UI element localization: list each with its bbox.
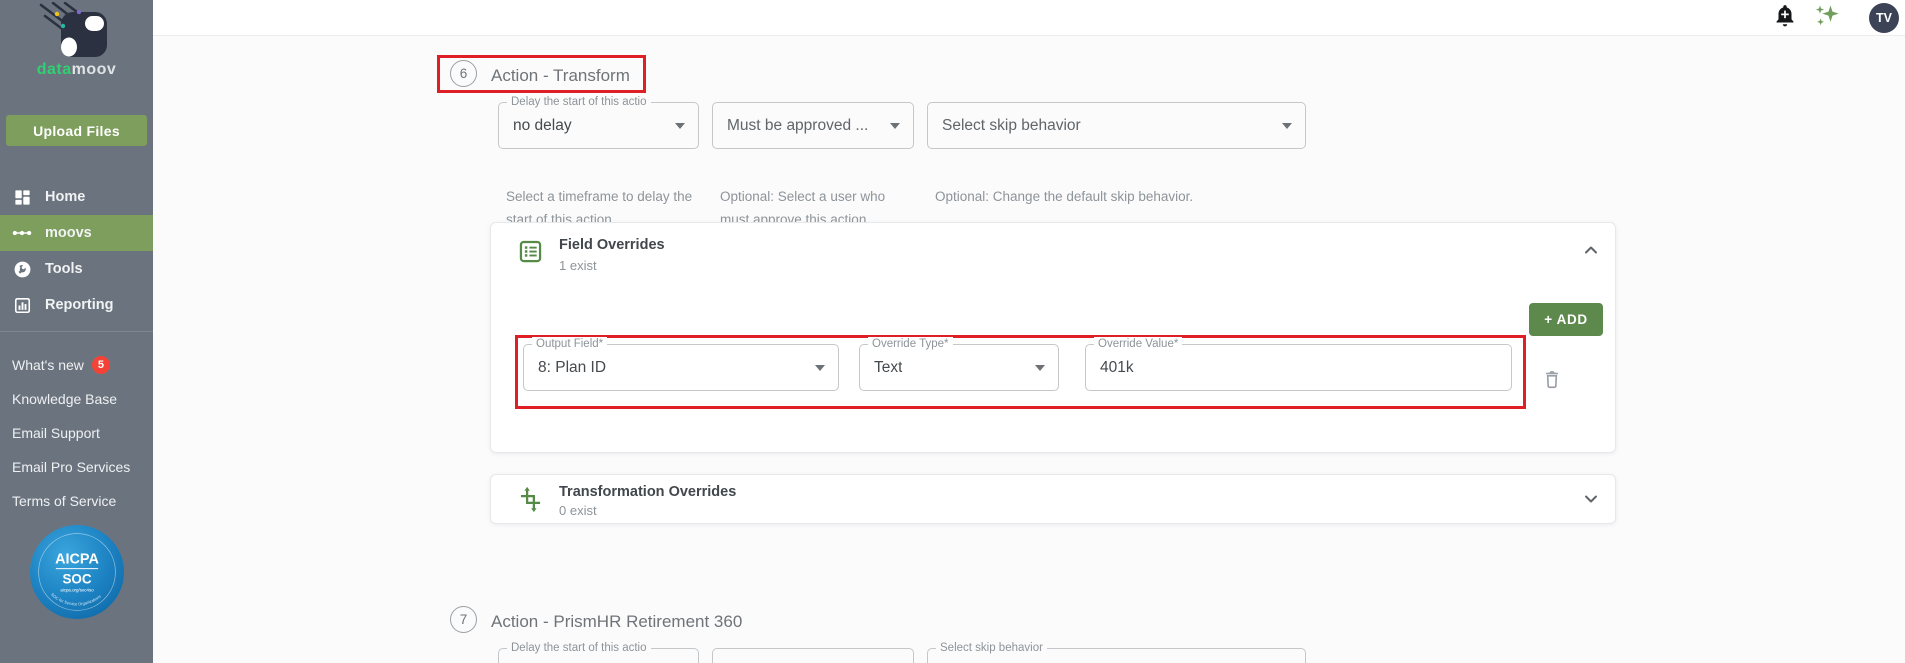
skip-behavior-select[interactable]: Select skip behavior [927,641,1306,663]
add-field-override-button[interactable]: + ADD [1529,303,1603,336]
link-label: Email Support [12,425,100,441]
transformation-overrides-count: 0 exist [559,503,597,518]
user-avatar[interactable]: TV [1869,3,1899,33]
chevron-down-icon [815,365,825,371]
whats-new-count-badge: 5 [91,356,110,374]
override-type-value: Text [874,359,903,376]
sidebar-item-label: Tools [45,261,83,277]
field-overrides-title: Field Overrides [559,237,665,253]
sidebar-item-reporting[interactable]: Reporting [0,287,153,323]
transformation-overrides-title: Transformation Overrides [559,484,737,500]
field-overrides-card: Field Overrides 1 exist + ADD Output Fie… [490,222,1616,453]
notification-bell-plus-icon [1776,5,1794,27]
skip-behavior-select[interactable]: Select skip behavior [927,102,1306,149]
link-label: Terms of Service [12,493,117,509]
dots-flow-icon [12,223,32,243]
sidebar-item-label: Home [45,189,86,205]
delete-override-button[interactable] [1540,368,1564,392]
link-label: Email Pro Services [12,459,131,475]
override-value-field: Override Value* [1085,337,1512,391]
sidebar-links: What's new 5 Knowledge Base Email Suppor… [0,348,153,518]
sidebar-item-label: moovs [45,225,92,241]
notifications-button[interactable] [1771,3,1799,31]
chevron-down-icon [1282,123,1292,129]
sidebar-item-tools[interactable]: Tools [0,251,153,287]
sidebar-link-knowledge-base[interactable]: Knowledge Base [0,382,153,416]
aicpa-soc-badge: AICPA SOC aicpa.org/soc4so SOC for Servi… [29,524,125,620]
chevron-down-icon [675,123,685,129]
sidebar: datamoov Upload Files Home moovs Tools R… [0,0,153,663]
delay-select-label: Delay the start of this actio [507,95,651,109]
ai-sparkles-icon [1815,5,1839,26]
link-label: Knowledge Base [12,391,118,407]
link-label: What's new [12,357,84,373]
main-content: TV 6 Action - Transform Delay the start … [153,0,1905,663]
sidebar-item-home[interactable]: Home [0,179,153,215]
transform-icon [520,486,541,513]
chevron-down-icon [1585,495,1597,503]
topbar: TV [153,0,1905,36]
override-type-select[interactable]: Override Type* Text [859,337,1059,391]
approver-select-value: Must be approved ... [727,117,869,134]
list-alt-icon [519,240,542,263]
chevron-down-icon [890,123,900,129]
skip-behavior-value: Select skip behavior [942,117,1081,134]
dashboard-grid-icon [12,187,32,207]
override-type-label: Override Type* [868,337,953,351]
delay-select[interactable]: Delay the start of this actio [498,641,699,663]
soc-badge-subtitle: SOC [62,572,91,587]
upload-files-button[interactable]: Upload Files [6,115,147,146]
sidebar-item-moovs[interactable]: moovs [0,215,153,251]
skip-helper-text: Optional: Change the default skip behavi… [935,189,1194,204]
delay-select-value: no delay [513,117,572,134]
output-field-select[interactable]: Output Field* 8: Plan ID [523,337,839,391]
step7-title: Action - PrismHR Retirement 360 [491,612,743,631]
logo-word-data: data [36,61,72,78]
delay-select[interactable]: Delay the start of this actio no delay [498,95,699,149]
expand-section-button[interactable] [1578,487,1604,513]
logo: datamoov [0,2,153,79]
sidebar-link-terms-of-service[interactable]: Terms of Service [0,484,153,518]
step6-title: Action - Transform [491,66,630,85]
delay-select-label: Delay the start of this actio [507,641,651,655]
transformation-overrides-card: Transformation Overrides 0 exist [490,474,1616,524]
logo-word-moov: moov [71,61,117,78]
trash-icon [1546,371,1558,389]
ai-assistant-button[interactable] [1813,2,1841,30]
soc-badge-url: aicpa.org/soc4so [60,588,94,593]
sidebar-link-whats-new[interactable]: What's new 5 [0,348,153,382]
sidebar-divider [0,331,153,332]
chevron-down-icon [1035,365,1045,371]
step-number-badge: 6 [450,60,477,87]
sidebar-link-email-pro-services[interactable]: Email Pro Services [0,450,153,484]
approver-select[interactable]: Must be approved ... [712,102,914,149]
sidebar-item-label: Reporting [45,297,114,313]
sidebar-nav: Home moovs Tools Reporting [0,179,153,323]
soc-badge-title: AICPA [55,551,99,567]
datamoov-logo-icon [39,2,107,57]
logo-wordmark: datamoov [0,61,153,79]
field-overrides-count: 1 exist [559,258,597,273]
chevron-up-icon [1585,246,1597,254]
wrench-circle-icon [12,259,32,279]
collapse-section-button[interactable] [1578,238,1604,264]
approver-select[interactable] [712,648,914,663]
app-window: datamoov Upload Files Home moovs Tools R… [0,0,1905,663]
step-number-badge: 7 [450,606,477,633]
override-value-input[interactable] [1086,345,1511,390]
bar-chart-icon [12,295,32,315]
sidebar-link-email-support[interactable]: Email Support [0,416,153,450]
output-field-value: 8: Plan ID [538,359,607,376]
skip-behavior-label: Select skip behavior [936,641,1047,655]
output-field-label: Output Field* [532,337,608,351]
